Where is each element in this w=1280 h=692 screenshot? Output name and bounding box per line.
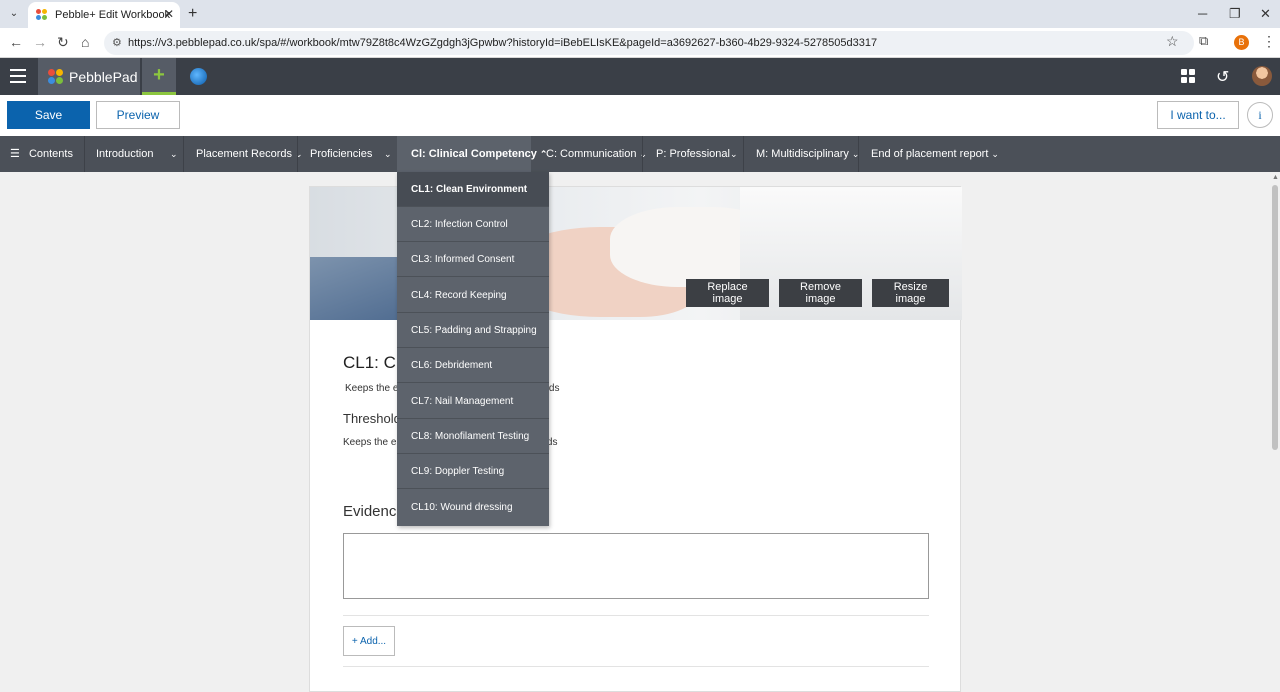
divider — [343, 615, 929, 616]
save-button[interactable]: Save — [7, 101, 90, 129]
replace-image-button[interactable]: Replace image — [686, 279, 769, 307]
profile-avatar[interactable]: B — [1234, 35, 1249, 50]
menu-item-cl9[interactable]: CL9: Doppler Testing — [397, 454, 549, 489]
history-icon[interactable]: ↺ — [1216, 67, 1229, 87]
browser-tab[interactable]: Pebble+ Edit Workbook ✕ — [28, 2, 180, 28]
scrollbar-thumb[interactable] — [1272, 185, 1278, 450]
pebblepad-logo[interactable]: PebblePad — [38, 58, 140, 95]
browser-tabstrip: ⌄ Pebble+ Edit Workbook ✕ + ─ ❐ ✕ — [0, 0, 1280, 28]
tab-end-of-placement-report[interactable]: End of placement report ⌄ — [871, 136, 999, 172]
menu-item-cl2[interactable]: CL2: Infection Control — [397, 207, 549, 242]
bookmark-star-icon[interactable]: ☆ — [1166, 33, 1179, 50]
evidence-heading: Evidence — [343, 503, 405, 520]
nav-divider — [858, 136, 859, 172]
menu-item-cl3[interactable]: CL3: Informed Consent — [397, 242, 549, 277]
tab-contents[interactable]: ☰ Contents — [10, 136, 73, 172]
tab-search-icon[interactable]: ⌄ — [6, 6, 22, 22]
address-bar: ← → ↻ ⌂ ⚙ https://v3.pebblepad.co.uk/spa… — [0, 28, 1280, 58]
divider — [343, 666, 929, 667]
tab-proficiencies[interactable]: Proficiencies — [310, 136, 372, 172]
nav-divider — [84, 136, 85, 172]
tab-clinical-competency[interactable]: Cl: Clinical Competency ⌃ — [397, 136, 547, 172]
nav-divider — [642, 136, 643, 172]
back-icon[interactable]: ← — [9, 34, 23, 50]
threshold-heading: Threshold — [343, 411, 401, 426]
brand-name: PebblePad — [69, 68, 138, 85]
scroll-up-icon[interactable]: ▲ — [1272, 174, 1279, 181]
tab-placement-records[interactable]: Placement Records ⌄ — [196, 136, 303, 172]
nav-divider — [183, 136, 184, 172]
forward-icon[interactable]: → — [33, 34, 47, 50]
pebble-plus-icon[interactable]: + — [142, 58, 176, 95]
menu-item-cl8[interactable]: CL8: Monofilament Testing — [397, 419, 549, 454]
extensions-icon[interactable]: ⧉ — [1199, 33, 1208, 49]
add-button[interactable]: + Add... — [343, 626, 395, 656]
remove-image-button[interactable]: Remove image — [779, 279, 862, 307]
description-text: Keeps the ezards — [345, 383, 559, 394]
editor-toolbar: Save Preview I want to... i — [0, 95, 1280, 136]
browser-menu-icon[interactable]: ⋮ — [1262, 33, 1276, 50]
clinical-competency-dropdown: CL1: Clean Environment CL2: Infection Co… — [397, 172, 549, 526]
site-info-icon[interactable]: ⚙ — [112, 31, 122, 55]
evidence-textbox[interactable] — [343, 533, 929, 599]
menu-item-cl7[interactable]: CL7: Nail Management — [397, 384, 549, 419]
atlas-globe-icon[interactable] — [190, 68, 207, 85]
menu-item-cl1[interactable]: CL1: Clean Environment — [397, 172, 549, 207]
close-window-icon[interactable]: ✕ — [1260, 6, 1271, 22]
reload-icon[interactable]: ↻ — [57, 34, 69, 51]
pebblepad-logo-icon — [48, 69, 63, 84]
close-tab-icon[interactable]: ✕ — [164, 7, 174, 21]
resize-image-button[interactable]: Resize image — [872, 279, 949, 307]
nav-divider — [297, 136, 298, 172]
tab-professional[interactable]: P: Professional — [656, 136, 730, 172]
apps-grid-icon[interactable] — [1181, 69, 1195, 83]
hamburger-menu-icon[interactable] — [10, 69, 26, 83]
workbook-navbar: ☰ Contents Introduction ⌄ Placement Reco… — [0, 136, 1280, 172]
user-avatar[interactable] — [1252, 66, 1272, 86]
preview-button[interactable]: Preview — [96, 101, 180, 129]
list-icon: ☰ — [10, 148, 20, 160]
url-text: https://v3.pebblepad.co.uk/spa/#/workboo… — [128, 37, 878, 49]
tab-multidisciplinary[interactable]: M: Multidisciplinary ⌄ — [756, 136, 859, 172]
threshold-text: Keeps the ezards — [343, 437, 557, 448]
menu-item-cl5[interactable]: CL5: Padding and Strapping — [397, 313, 549, 348]
chevron-down-icon[interactable]: ⌄ — [727, 136, 738, 172]
chevron-down-icon: ⌄ — [991, 149, 999, 159]
pebblepad-favicon-icon — [36, 9, 48, 21]
tab-title: Pebble+ Edit Workbook — [55, 9, 171, 21]
menu-item-cl10[interactable]: CL10: Wound dressing — [397, 490, 549, 525]
description-text-left: Keeps the e — [345, 383, 399, 394]
threshold-text-left: Keeps the e — [343, 437, 397, 448]
nav-divider — [743, 136, 744, 172]
restore-icon[interactable]: ❐ — [1229, 6, 1241, 22]
info-button[interactable]: i — [1247, 102, 1273, 128]
tab-communication[interactable]: C: Communication ⌄ — [546, 136, 647, 172]
minimize-icon[interactable]: ─ — [1198, 6, 1207, 21]
url-field[interactable]: ⚙ https://v3.pebblepad.co.uk/spa/#/workb… — [104, 31, 1194, 55]
new-tab-icon[interactable]: + — [188, 5, 197, 23]
menu-item-cl4[interactable]: CL4: Record Keeping — [397, 278, 549, 313]
chevron-down-icon[interactable]: ⌄ — [381, 136, 392, 172]
app-header: PebblePad + ↺ — [0, 58, 1280, 95]
menu-item-cl6[interactable]: CL6: Debridement — [397, 348, 549, 383]
chevron-down-icon: ⌄ — [639, 149, 648, 159]
tab-introduction[interactable]: Introduction — [96, 136, 153, 172]
i-want-to-button[interactable]: I want to... — [1157, 101, 1239, 129]
chevron-down-icon[interactable]: ⌄ — [167, 136, 178, 172]
home-icon[interactable]: ⌂ — [81, 34, 89, 50]
page-scrollbar[interactable]: ▲ — [1270, 172, 1280, 692]
